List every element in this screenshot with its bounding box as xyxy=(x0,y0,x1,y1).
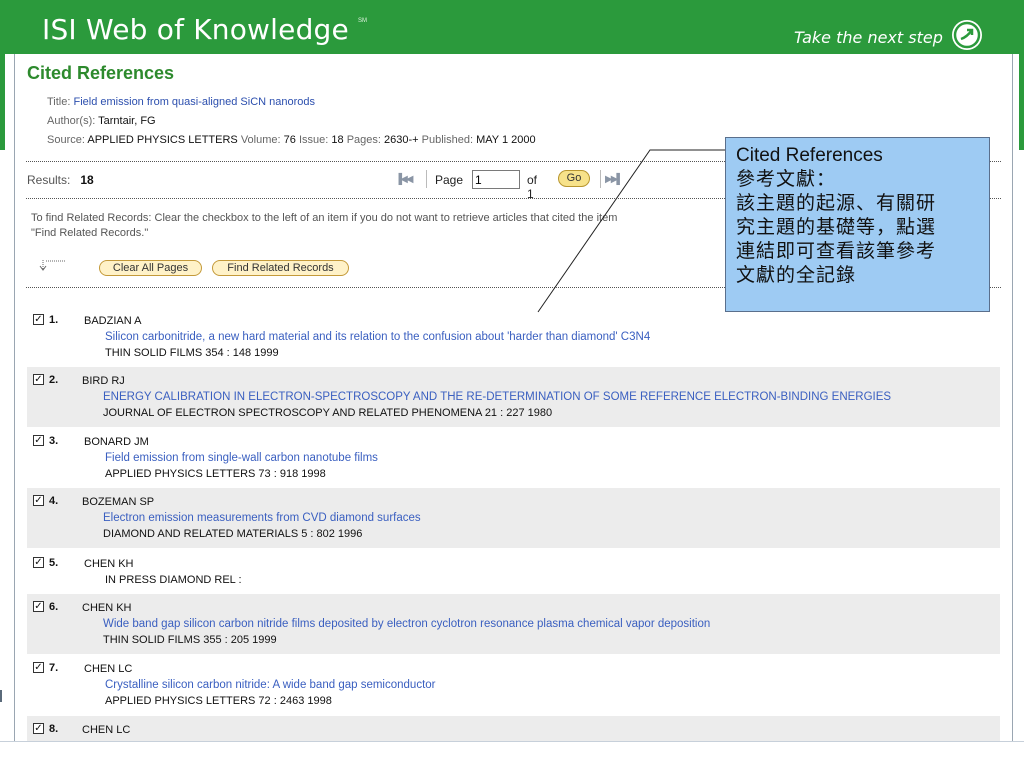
annotation-callout: Cited References 參考文獻： 該主題的起源、有關研 究主題的基礎… xyxy=(725,137,990,312)
callout-text: 連結即可查看該筆參考 xyxy=(736,240,937,262)
callout-text: 文獻的全記錄 xyxy=(736,264,857,286)
callout-text: 參考文獻： xyxy=(736,168,837,190)
callout-text: 該主題的起源、有關研 xyxy=(736,192,937,214)
callout-leader-line xyxy=(537,149,725,313)
callout-text: 究主題的基礎等，點選 xyxy=(736,216,937,238)
callout-title: Cited References xyxy=(736,145,883,166)
